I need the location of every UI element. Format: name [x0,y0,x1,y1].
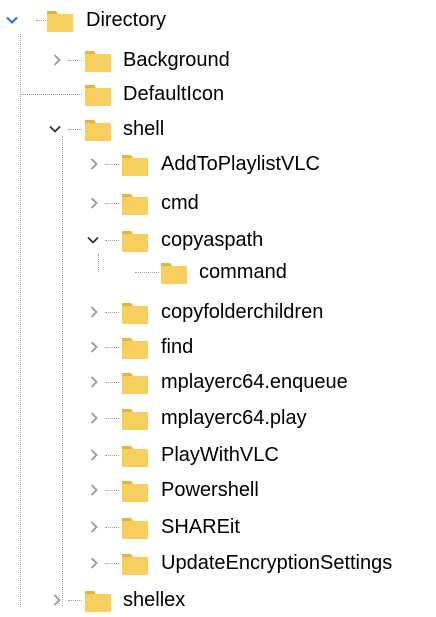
tree-node-copyaspath[interactable]: copyaspath [0,223,300,257]
tree-node-command[interactable]: command [0,255,320,289]
folder-icon [121,476,149,504]
tree-node-background[interactable]: Background [0,43,260,77]
folder-icon [84,115,112,143]
tree-node-label[interactable]: SHAREit [161,516,240,538]
tree-node-shellex[interactable]: shellex [0,583,240,617]
tree-node-shell[interactable]: shell [0,112,220,146]
chevron-right-icon[interactable] [87,483,101,497]
tree-node-label[interactable]: mplayerc64.play [161,407,307,429]
tree-node-label[interactable]: command [199,261,287,283]
tree-node-label[interactable]: copyaspath [161,229,263,251]
tree-node-label[interactable]: PlayWithVLC [161,444,279,466]
chevron-right-icon[interactable] [87,196,101,210]
tree-node-directory[interactable]: Directory [0,3,200,37]
chevron-right-icon[interactable] [87,448,101,462]
tree-node-addtoplaylistvlc[interactable]: AddToPlaylistVLC [0,147,360,181]
folder-icon [121,441,149,469]
folder-icon [121,549,149,577]
chevron-down-icon[interactable] [86,233,100,247]
folder-icon [121,150,149,178]
tree-node-label[interactable]: shellex [123,589,185,611]
tree-node-find[interactable]: find [0,330,260,364]
tree-node-label[interactable]: Background [123,49,230,71]
chevron-right-icon[interactable] [87,305,101,319]
folder-icon [121,298,149,326]
tree-node-label[interactable]: find [161,336,193,358]
tree-node-label[interactable]: Directory [86,9,166,31]
tree-node-playwithvlc[interactable]: PlayWithVLC [0,438,320,472]
chevron-down-icon[interactable] [48,122,62,136]
chevron-right-icon[interactable] [87,556,101,570]
folder-icon [46,6,74,34]
tree-node-copyfolderchildren[interactable]: copyfolderchildren [0,295,380,329]
tree-node-updateencryptionsettings[interactable]: UpdateEncryptionSettings [0,546,436,580]
tree-node-label[interactable]: Powershell [161,479,259,501]
folder-icon [121,513,149,541]
folder-icon [84,586,112,614]
tree-node-defaulticon[interactable]: DefaultIcon [0,77,260,111]
chevron-right-icon[interactable] [87,520,101,534]
tree-node-mplayerc64-enqueue[interactable]: mplayerc64.enqueue [0,365,390,399]
chevron-right-icon[interactable] [87,411,101,425]
tree-node-shareit[interactable]: SHAREit [0,510,280,544]
folder-icon [160,258,188,286]
folder-icon [121,404,149,432]
folder-icon [121,333,149,361]
tree-node-label[interactable]: DefaultIcon [123,83,224,105]
chevron-right-icon[interactable] [87,375,101,389]
folder-icon [84,46,112,74]
folder-icon [121,189,149,217]
chevron-right-icon[interactable] [50,593,64,607]
tree-node-label[interactable]: AddToPlaylistVLC [161,153,320,175]
folder-icon [121,226,149,254]
tree-node-label[interactable]: shell [123,118,164,140]
chevron-right-icon[interactable] [87,157,101,171]
folder-icon [84,80,112,108]
tree-node-powershell[interactable]: Powershell [0,473,300,507]
registry-tree: Directory Background DefaultIcon shell A… [0,0,436,617]
chevron-down-icon[interactable] [5,13,19,27]
tree-node-mplayerc64-play[interactable]: mplayerc64.play [0,401,350,435]
folder-icon [121,368,149,396]
tree-node-cmd[interactable]: cmd [0,186,260,220]
chevron-right-icon[interactable] [87,340,101,354]
tree-node-label[interactable]: cmd [161,192,199,214]
tree-node-label[interactable]: copyfolderchildren [161,301,323,323]
tree-node-label[interactable]: mplayerc64.enqueue [161,371,348,393]
chevron-right-icon[interactable] [50,53,64,67]
tree-node-label[interactable]: UpdateEncryptionSettings [161,552,392,574]
